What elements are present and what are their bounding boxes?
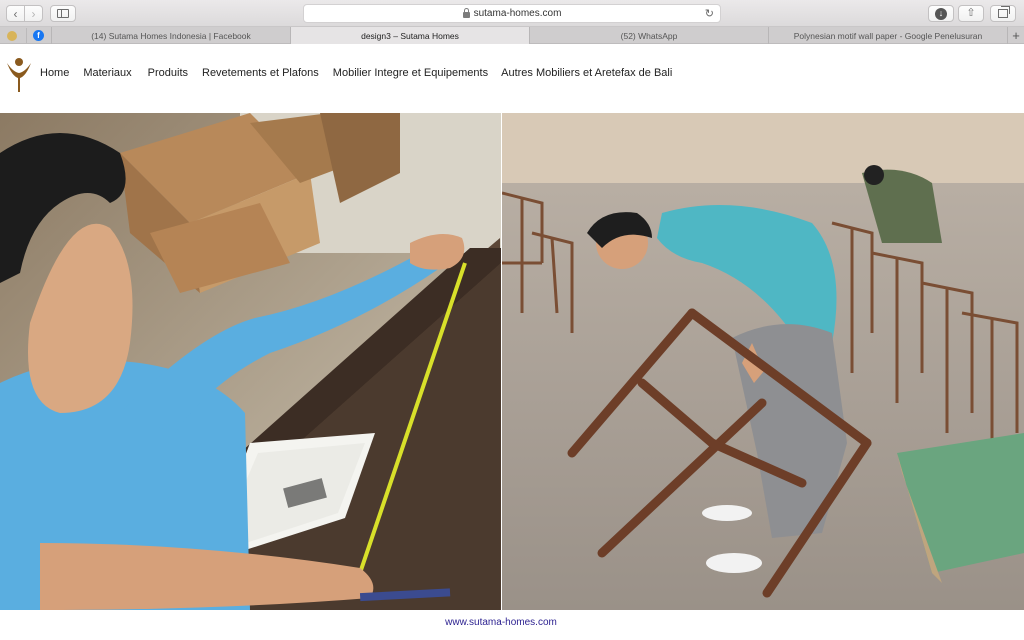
site-header: Home Materiaux Produits Revetements et P… bbox=[0, 45, 1024, 113]
tab-design3[interactable]: design3 – Sutama Homes bbox=[290, 27, 529, 44]
chevron-right-icon: › bbox=[31, 6, 36, 21]
pinned-tab[interactable] bbox=[0, 28, 24, 43]
tab-bar: f (14) Sutama Homes Indonesia | Facebook… bbox=[0, 27, 1024, 44]
plus-icon: + bbox=[1012, 28, 1020, 43]
back-button[interactable]: ‹ bbox=[6, 5, 25, 22]
site-logo[interactable] bbox=[4, 54, 34, 94]
nav-item-produits[interactable]: Produits bbox=[148, 67, 188, 79]
photo-inspecting-chairs bbox=[502, 113, 1024, 610]
nav-item-autres-mobiliers[interactable]: Autres Mobiliers et Aretefax de Bali bbox=[501, 67, 672, 79]
nav-item-revetements[interactable]: Revetements et Plafons bbox=[202, 67, 319, 79]
site-favicon-icon bbox=[7, 30, 17, 41]
share-button[interactable]: ⇧ bbox=[958, 5, 984, 22]
tab-whatsapp[interactable]: (52) WhatsApp bbox=[529, 27, 768, 44]
forward-button[interactable]: › bbox=[24, 5, 43, 22]
tab-google-search[interactable]: Polynesian motif wall paper - Google Pen… bbox=[768, 27, 1007, 44]
sidebar-icon bbox=[57, 9, 69, 18]
nav-item-mobilier-integre[interactable]: Mobilier Integre et Equipements bbox=[333, 67, 488, 79]
tabs-overview-icon bbox=[998, 6, 1010, 18]
download-icon: ↓ bbox=[935, 7, 947, 20]
photo-gallery bbox=[0, 113, 1024, 610]
url-text: sutama-homes.com bbox=[473, 8, 562, 19]
new-tab-button[interactable]: + bbox=[1007, 27, 1024, 44]
address-bar[interactable]: sutama-homes.com ↻ bbox=[303, 4, 721, 23]
facebook-icon: f bbox=[33, 30, 44, 41]
share-icon: ⇧ bbox=[966, 7, 976, 19]
footer-website-link[interactable]: www.sutama-homes.com bbox=[0, 617, 1002, 628]
nav-item-materiaux[interactable]: Materiaux bbox=[83, 67, 131, 79]
browser-toolbar: ‹ › sutama-homes.com ↻ ↓ ⇧ bbox=[0, 0, 1024, 27]
sidebar-toggle-button[interactable] bbox=[50, 5, 76, 22]
tabs-overview-button[interactable] bbox=[990, 5, 1016, 22]
downloads-button[interactable]: ↓ bbox=[928, 5, 954, 22]
chevron-left-icon: ‹ bbox=[13, 6, 18, 21]
reload-icon[interactable]: ↻ bbox=[705, 7, 714, 20]
tab-facebook[interactable]: (14) Sutama Homes Indonesia | Facebook bbox=[51, 27, 290, 44]
nav-item-home[interactable]: Home bbox=[40, 67, 69, 79]
main-nav: Home Materiaux Produits Revetements et P… bbox=[40, 67, 672, 79]
pinned-tab-facebook[interactable]: f bbox=[26, 28, 50, 43]
photo-measuring-cabinet bbox=[0, 113, 501, 610]
lock-icon bbox=[462, 7, 470, 18]
